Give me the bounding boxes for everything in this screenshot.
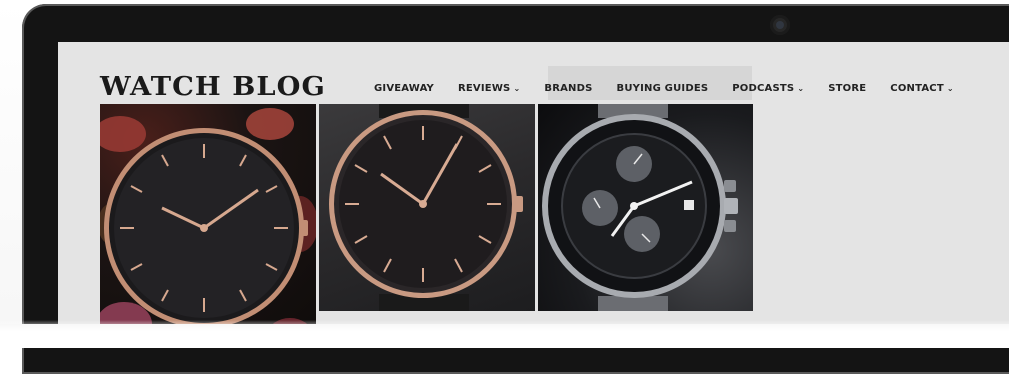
nav-label: BUYING GUIDES — [616, 82, 709, 94]
nav-item-contact[interactable]: CONTACT ⌄ — [890, 83, 953, 94]
nav-label: PODCASTS — [732, 82, 795, 94]
watch-black-image — [329, 104, 523, 311]
watch-photo-2[interactable] — [319, 104, 535, 311]
nav-item-podcasts[interactable]: PODCASTS ⌄ — [732, 83, 804, 94]
nav-label: BRANDS — [544, 82, 593, 94]
chronograph-image — [542, 104, 738, 311]
main-nav: GIVEAWAY REVIEWS ⌄ BRANDS BUYING GUIDES P… — [374, 78, 978, 98]
laptop-screen: WATCH BLOG GIVEAWAY REVIEWS ⌄ BRANDS BUYI… — [58, 42, 1009, 348]
nav-label: STORE — [828, 82, 867, 94]
watch-photo-1[interactable] — [100, 104, 316, 348]
nav-item-brands[interactable]: BRANDS — [544, 83, 592, 94]
nav-item-giveaway[interactable]: GIVEAWAY — [374, 83, 434, 94]
nav-label: CONTACT — [890, 82, 944, 94]
webcam-icon — [770, 15, 790, 35]
bottom-fade — [0, 320, 1009, 348]
site-logo[interactable]: WATCH BLOG — [100, 72, 326, 102]
chevron-down-icon: ⌄ — [513, 83, 521, 93]
nav-label: GIVEAWAY — [374, 82, 434, 94]
chevron-down-icon: ⌄ — [797, 83, 805, 93]
nav-item-store[interactable]: STORE — [828, 83, 866, 94]
watch-flowers-image — [100, 108, 316, 348]
chevron-down-icon: ⌄ — [946, 83, 954, 93]
nav-label: REVIEWS — [458, 82, 511, 94]
nav-item-reviews[interactable]: REVIEWS ⌄ — [458, 83, 520, 94]
watch-photo-3[interactable] — [538, 104, 753, 311]
nav-item-buying-guides[interactable]: BUYING GUIDES — [617, 83, 709, 94]
